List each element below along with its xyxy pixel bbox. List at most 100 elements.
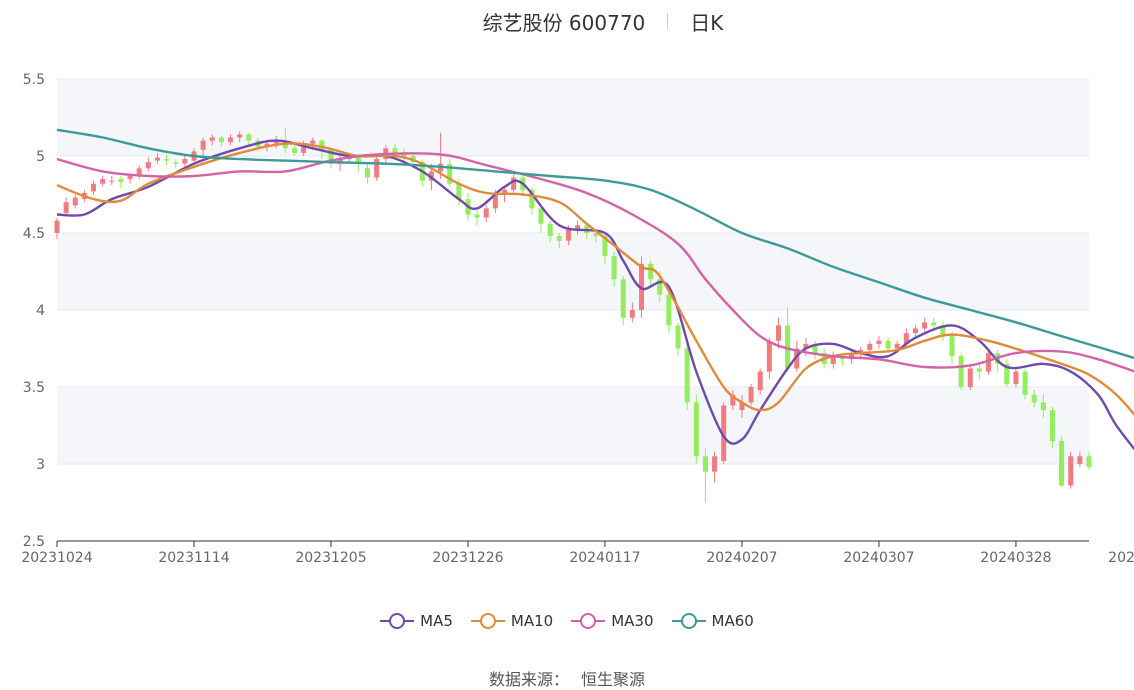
legend-swatch	[571, 613, 606, 629]
legend-label: MA60	[711, 612, 754, 630]
candle-body	[922, 322, 928, 329]
candle-body	[72, 197, 78, 206]
candle-body	[173, 162, 179, 164]
candle-body	[666, 294, 672, 326]
y-tick-label: 2.5	[23, 534, 45, 550]
candle-body	[365, 168, 371, 178]
candle-body	[912, 328, 918, 334]
data-source: 数据来源： 恒生聚源	[0, 666, 1134, 690]
candle-body	[1059, 440, 1065, 486]
y-tick-label: 3.5	[23, 380, 45, 396]
legend-label: MA5	[420, 612, 453, 630]
candle-body	[246, 134, 252, 141]
x-tick-label: 20231226	[432, 550, 503, 566]
candle-body	[1022, 371, 1028, 395]
legend: MA5 MA10 MA30 MA60	[0, 612, 1134, 630]
x-tick-label: 20231205	[295, 550, 366, 566]
candle-body	[54, 220, 60, 233]
candle-body	[109, 180, 115, 182]
candle-body	[209, 137, 215, 141]
candle-body	[675, 325, 681, 349]
candle-body	[611, 256, 617, 280]
candle-body	[949, 334, 955, 357]
candle-body	[748, 387, 754, 403]
candle-body	[182, 159, 188, 164]
candle-body	[684, 348, 690, 403]
candle-body	[237, 134, 243, 138]
candle-body	[931, 322, 937, 326]
candle-body	[1031, 394, 1037, 403]
legend-swatch	[470, 613, 505, 629]
plot-band	[57, 387, 1089, 464]
candle-body	[958, 356, 964, 387]
candle-body	[1013, 371, 1019, 384]
legend-swatch-circle	[580, 613, 597, 629]
candle-body	[967, 368, 973, 387]
candle-body	[145, 162, 151, 169]
legend-swatch-circle	[680, 613, 697, 629]
candle-body	[976, 368, 982, 372]
candle-body	[629, 310, 635, 318]
x-tick-label: 20231024	[21, 550, 92, 566]
candle-body	[483, 208, 489, 218]
x-tick-label: 20240419	[1108, 550, 1134, 566]
candle-body	[702, 456, 708, 472]
x-tick-label: 20240328	[980, 550, 1051, 566]
candle-body	[867, 343, 873, 351]
candle-body	[885, 340, 891, 349]
x-tick-label: 20240207	[706, 550, 777, 566]
candle-body	[319, 140, 325, 150]
candle-body	[91, 183, 97, 192]
candle-body	[757, 371, 763, 391]
candle-body	[310, 140, 316, 144]
candle-body	[1077, 456, 1083, 464]
x-tick-label: 20240307	[843, 550, 914, 566]
candle-body	[565, 229, 571, 241]
candle-body	[766, 340, 772, 372]
candle-body	[63, 202, 69, 213]
candle-body	[712, 456, 718, 472]
candle-body	[556, 236, 562, 241]
legend-item-ma60[interactable]: MA60	[671, 612, 754, 630]
candle-body	[547, 223, 553, 237]
y-tick-label: 4	[36, 303, 45, 319]
candlestick-chart: 2.5 3 3.5 4 4.5 5 5.5 20231024 20231114 20231205 2…	[21, 72, 1134, 566]
candle-body	[894, 343, 900, 349]
legend-swatch	[671, 613, 706, 629]
source-value: 恒生聚源	[581, 670, 646, 689]
candle-body	[648, 263, 654, 280]
candle-body	[392, 148, 398, 153]
legend-label: MA10	[510, 612, 554, 630]
candle-body	[100, 179, 106, 184]
candle-body	[1040, 402, 1046, 411]
legend-label: MA30	[611, 612, 654, 630]
x-tick-label: 20240117	[569, 550, 640, 566]
y-tick-label: 5.5	[23, 72, 45, 88]
candle-body	[511, 177, 517, 190]
candle-body	[620, 279, 626, 318]
legend-item-ma5[interactable]: MA5	[380, 612, 453, 630]
legend-swatch-circle	[479, 613, 496, 629]
candle-body	[118, 179, 124, 183]
candle-body	[1068, 456, 1074, 486]
candle-body	[474, 214, 480, 218]
y-tick-label: 3	[36, 457, 45, 473]
candle-body	[164, 159, 170, 161]
y-tick-label: 4.5	[23, 226, 45, 242]
legend-item-ma10[interactable]: MA10	[470, 612, 554, 630]
candle-body	[291, 148, 297, 153]
x-tick-label: 20231114	[158, 550, 229, 566]
candle-body	[200, 140, 206, 150]
candle-body	[538, 208, 544, 224]
candle-body	[1049, 410, 1055, 441]
y-tick-label: 5	[36, 149, 45, 165]
source-label: 数据来源：	[488, 670, 569, 689]
candle-body	[154, 157, 160, 161]
candle-body	[374, 159, 380, 178]
candle-body	[218, 137, 224, 143]
plot-band	[57, 233, 1089, 310]
candle-body	[876, 340, 882, 344]
candle-body	[228, 137, 234, 143]
legend-swatch	[380, 613, 415, 629]
legend-item-ma30[interactable]: MA30	[571, 612, 654, 630]
